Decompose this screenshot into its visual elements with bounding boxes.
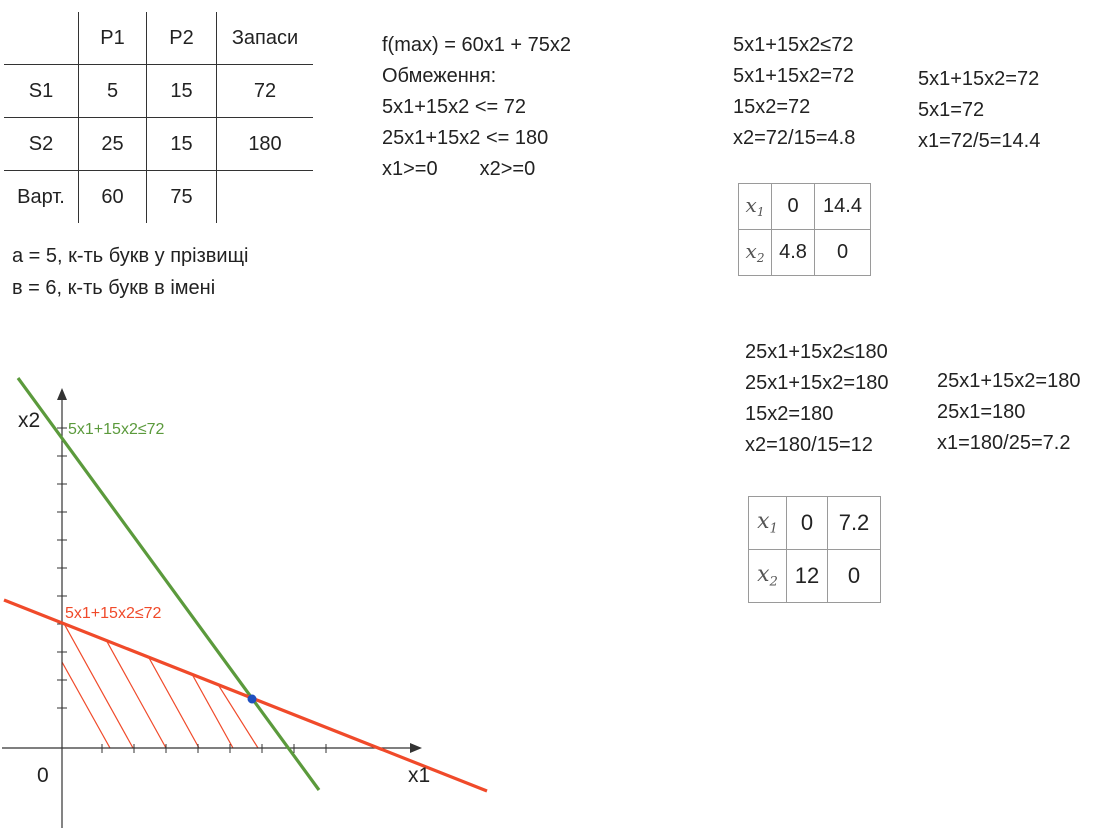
red-constraint-line (3, 598, 488, 793)
feasible-region-hatch (62, 623, 285, 748)
x-axis-arrow-icon (410, 743, 422, 753)
graph: x2 x1 0 5x1+15x2≤72 5x1+15x2≤72 (2, 377, 488, 828)
y-axis-label: x2 (18, 409, 40, 432)
green-line-label: 5x1+15x2≤72 (68, 421, 165, 438)
origin-label: 0 (37, 764, 49, 787)
red-line-label: 5x1+15x2≤72 (65, 605, 162, 622)
green-constraint-line (16, 377, 321, 791)
x-axis-label: x1 (408, 764, 430, 787)
intersection-point (247, 694, 257, 704)
y-axis-arrow-icon (57, 388, 67, 400)
